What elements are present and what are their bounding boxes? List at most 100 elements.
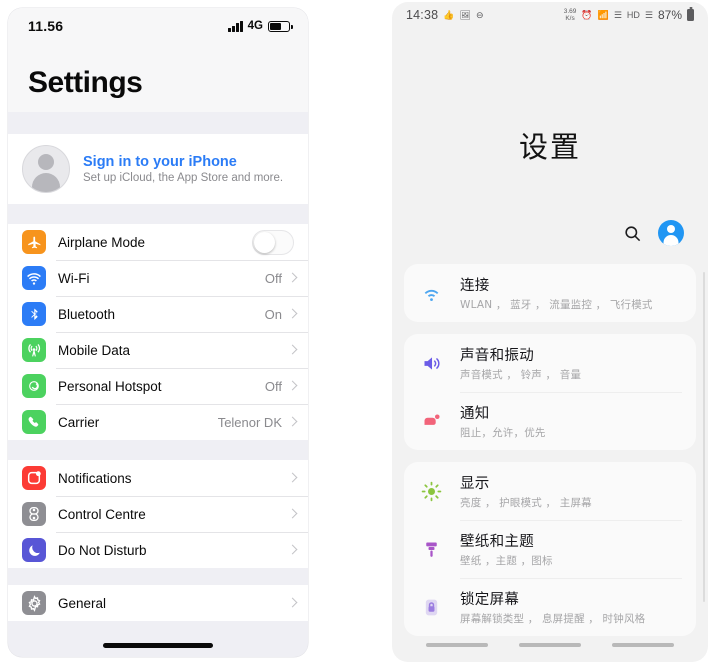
nav-home-pill[interactable]	[518, 643, 581, 647]
settings-row-title: 锁定屏幕	[460, 592, 520, 608]
settings-row-text: 通知 阻止，允许，优先	[460, 402, 546, 440]
signal-4g-icon: ☰	[644, 9, 653, 20]
battery-percent-label: 87%	[657, 8, 682, 22]
control-centre-toggles-icon	[22, 502, 46, 526]
data-rate-indicator: 3.69 K/s	[564, 8, 577, 22]
status-bar-indicators: 4G	[228, 20, 293, 32]
settings-row[interactable]: 通知 阻止，允许，优先	[404, 392, 696, 450]
settings-row-text: 声音和振动 声音模式 ， 铃声 ， 音量	[460, 344, 581, 382]
settings-row-bluetooth[interactable]: Bluetooth On	[8, 296, 308, 332]
wifi-icon	[22, 266, 46, 290]
sign-in-title: Sign in to your iPhone	[83, 154, 237, 170]
settings-row-label: Airplane Mode	[58, 234, 146, 250]
settings-row-airplane-mode[interactable]: Airplane Mode	[8, 224, 308, 260]
settings-card: 显示 亮度 ， 护眼模式 ， 主屏幕壁纸和主题壁纸 ，主题 ，图标锁定屏幕屏幕解锁…	[404, 462, 696, 636]
sign-in-row[interactable]: Sign in to your iPhone Set up iCloud, th…	[8, 134, 308, 204]
data-rate-unit: K/s	[565, 15, 575, 22]
status-bar-right: 3.69 K/s ⏰ 📶 ☰ HD ☰ 87%	[564, 8, 694, 22]
chevron-right-icon	[289, 597, 296, 609]
settings-row-control-centre[interactable]: Control Centre	[8, 496, 308, 532]
sign-in-card[interactable]: Sign in to your iPhone Set up iCloud, th…	[8, 134, 308, 204]
settings-row-value: Off	[264, 270, 282, 286]
hotspot-link-icon	[22, 374, 46, 398]
settings-row-label: Bluetooth	[58, 306, 116, 322]
sign-in-subtitle: Set up iCloud, the App Store and more.	[83, 172, 284, 184]
settings-row-label: Control Centre	[58, 506, 146, 522]
vertical-scrollbar[interactable]	[702, 272, 705, 602]
bluetooth-icon	[22, 302, 46, 326]
settings-row-title: 壁纸和主题	[460, 534, 534, 550]
settings-row-subtitle: WLAN ， 蓝牙 ， 流量监控 ， 飞行模式	[460, 299, 653, 311]
settings-group-notifications: Notifications Control Centre Do Not Distur…	[8, 460, 308, 568]
settings-row[interactable]: 壁纸和主题壁纸 ，主题 ，图标	[404, 520, 696, 578]
status-bar-left: 14:38 👍 🖼 ⊖	[406, 8, 483, 22]
settings-row-general[interactable]: General	[8, 585, 308, 621]
nav-back-pill[interactable]	[612, 643, 675, 647]
settings-row-subtitle: 壁纸 ，主题 ，图标	[460, 555, 553, 567]
chevron-right-icon	[289, 416, 296, 428]
settings-row-do-not-disturb[interactable]: Do Not Disturb	[8, 532, 308, 568]
notifications-badge-icon	[22, 466, 46, 490]
battery-icon	[687, 9, 694, 21]
settings-group-general: General	[8, 585, 308, 621]
home-indicator	[103, 643, 213, 648]
search-icon[interactable]	[623, 224, 642, 243]
settings-row-label: Mobile Data	[58, 342, 131, 358]
settings-row-mobile-data[interactable]: Mobile Data	[8, 332, 308, 368]
settings-row-notifications[interactable]: Notifications	[8, 460, 308, 496]
sign-in-text: Sign in to your iPhone Set up iCloud, th…	[83, 154, 283, 184]
speaker-volume-icon	[418, 353, 444, 374]
settings-row-wi-fi[interactable]: Wi-Fi Off	[8, 260, 308, 296]
nav-recents-pill[interactable]	[425, 643, 488, 647]
settings-row-label: Carrier	[58, 414, 100, 430]
chevron-right-icon	[289, 380, 296, 392]
settings-row-value: On	[264, 306, 282, 322]
chevron-right-icon	[289, 272, 296, 284]
airplane-icon	[22, 230, 46, 254]
settings-card: 声音和振动 声音模式 ， 铃声 ， 音量 通知 阻止，允许，优先	[404, 334, 696, 450]
cellular-signal-icon	[228, 20, 243, 32]
section-gap	[8, 440, 308, 460]
network-type-label: 4G	[247, 20, 263, 32]
settings-row-subtitle: 屏幕解锁类型 ， 息屏提醒 ， 时钟风格	[460, 613, 646, 625]
battery-icon	[268, 20, 293, 32]
settings-row-label: Personal Hotspot	[58, 378, 162, 394]
lock-icon	[418, 597, 444, 618]
header-actions	[392, 166, 708, 246]
settings-row-title: 声音和振动	[460, 348, 534, 364]
data-rate-value: 3.69	[563, 8, 577, 15]
ios-title-area: Settings	[8, 44, 308, 112]
chevron-right-icon	[289, 544, 296, 556]
settings-row-value: Off	[264, 378, 282, 394]
gear-icon	[22, 591, 46, 615]
ios-status-bar: 11.56 4G	[8, 8, 308, 44]
settings-row-label: Notifications	[58, 470, 132, 486]
paint-roller-icon	[418, 539, 444, 560]
do-not-disturb-icon: ⊖	[475, 9, 484, 20]
section-gap	[8, 204, 308, 224]
airplane-mode-toggle[interactable]	[252, 229, 294, 255]
settings-row-personal-hotspot[interactable]: Personal Hotspot Off	[8, 368, 308, 404]
status-bar-time: 11.56	[28, 18, 64, 34]
settings-row[interactable]: 连接 WLAN ， 蓝牙 ， 流量监控 ， 飞行模式	[404, 264, 696, 322]
android-navigation-bar	[392, 628, 708, 662]
notification-bubble-icon	[418, 411, 444, 432]
status-bar-time: 14:38	[406, 8, 439, 22]
chevron-right-icon	[289, 508, 296, 520]
settings-row-carrier[interactable]: Carrier Telenor DK	[8, 404, 308, 440]
settings-row[interactable]: 声音和振动 声音模式 ， 铃声 ， 音量	[404, 334, 696, 392]
cellular-tower-icon	[22, 338, 46, 362]
settings-row-label: Wi-Fi	[58, 270, 90, 286]
brightness-sun-icon	[418, 481, 444, 502]
android-phone-screen: 14:38 👍 🖼 ⊖ 3.69 K/s ⏰ 📶 ☰ HD ☰ 87% 设置 连…	[392, 2, 708, 662]
account-avatar-icon[interactable]	[658, 220, 684, 246]
settings-row-title: 显示	[460, 476, 490, 492]
chevron-right-icon	[289, 472, 296, 484]
moon-icon	[22, 538, 46, 562]
settings-row[interactable]: 显示 亮度 ， 护眼模式 ， 主屏幕	[404, 462, 696, 520]
settings-row-text: 显示 亮度 ， 护眼模式 ， 主屏幕	[460, 472, 592, 510]
settings-row-subtitle: 阻止，允许，优先	[460, 427, 546, 439]
image-icon: 🖼	[459, 9, 471, 20]
section-gap	[8, 112, 308, 134]
settings-row-label: General	[58, 595, 107, 611]
